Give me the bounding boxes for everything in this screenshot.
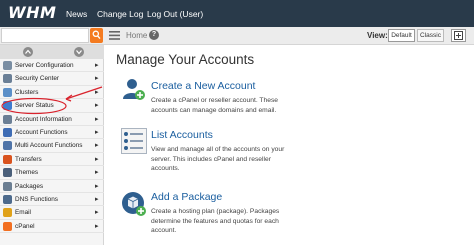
collapse-all-button[interactable] xyxy=(23,47,33,57)
page-title: Manage Your Accounts xyxy=(116,52,255,67)
sidebar-item[interactable]: Account Information ▸ xyxy=(0,113,104,126)
clusters-icon xyxy=(3,87,12,97)
chevron-right-icon: ▸ xyxy=(95,115,99,123)
add-package-desc: Create a hosting plan (package). Package… xyxy=(151,208,280,235)
dns-icon xyxy=(3,195,12,204)
search-input[interactable] xyxy=(1,28,89,43)
sidebar-item-label: Server Status xyxy=(15,102,54,110)
list-accounts-link[interactable]: List Accounts xyxy=(151,129,213,141)
chevron-right-icon: ▸ xyxy=(95,142,99,150)
create-account-desc: Create a cPanel or reseller account. The… xyxy=(151,97,279,114)
sidebar-item[interactable]: Transfers ▸ xyxy=(0,153,104,167)
chevron-right-icon: ▸ xyxy=(95,169,99,177)
menu-toggle-icon[interactable] xyxy=(109,31,120,40)
sidebar-item-label: Multi Account Functions xyxy=(15,142,83,150)
chevron-right-icon: ▸ xyxy=(95,155,99,163)
email-icon xyxy=(3,208,12,218)
sidebar-item-label: Account Functions xyxy=(15,129,68,136)
sidebar-item[interactable]: Multi Account Functions ▸ xyxy=(0,139,104,153)
chevron-right-icon: ▸ xyxy=(95,62,99,69)
sidebar-item[interactable]: Server Status ▸ xyxy=(0,99,104,113)
chevron-right-icon: ▸ xyxy=(95,88,99,96)
sidebar-item[interactable]: Security Center ▸ xyxy=(0,72,104,86)
toolbar: Home ? View: Default Classic xyxy=(0,27,474,45)
search-button[interactable] xyxy=(90,28,103,43)
chevron-right-icon: ▸ xyxy=(95,222,99,230)
packages-icon xyxy=(3,181,12,191)
server-config-icon xyxy=(3,61,12,70)
create-account-link[interactable]: Create a New Account xyxy=(151,80,255,92)
breadcrumb-home[interactable]: Home xyxy=(126,31,147,40)
sidebar-item-label: DNS Functions xyxy=(15,196,58,203)
add-package-link[interactable]: Add a Package xyxy=(151,191,222,203)
help-icon[interactable]: ? xyxy=(149,30,159,40)
news-link[interactable]: News xyxy=(66,9,87,19)
search-icon xyxy=(92,30,101,40)
sidebar-item-label: Packages xyxy=(15,182,44,190)
view-label: View: xyxy=(367,31,388,40)
multi-account-icon xyxy=(3,141,12,151)
sidebar-item[interactable]: Account Functions ▸ xyxy=(0,126,104,140)
view-classic-button[interactable]: Classic xyxy=(417,29,444,42)
chevron-right-icon: ▸ xyxy=(95,102,99,110)
sidebar-item[interactable]: Themes ▸ xyxy=(0,166,104,180)
logout-link[interactable]: Log Out (User) xyxy=(147,9,203,19)
sidebar-item-label: Server Configuration xyxy=(15,62,74,69)
sidebar-collapse-row xyxy=(0,45,104,59)
chevron-right-icon: ▸ xyxy=(95,182,99,190)
account-info-icon xyxy=(3,114,12,124)
cpanel-icon xyxy=(3,221,12,231)
sidebar-item[interactable]: cPanel ▸ xyxy=(0,220,104,234)
whm-logo[interactable]: WHM xyxy=(8,3,56,22)
chevron-right-icon: ▸ xyxy=(95,75,99,83)
expand-all-button[interactable] xyxy=(74,47,84,57)
chevron-right-icon: ▸ xyxy=(95,129,99,136)
chevron-right-icon: ▸ xyxy=(95,209,99,217)
account-functions-icon xyxy=(3,128,12,137)
sidebar-item-label: Account Information xyxy=(15,115,72,123)
create-account-icon xyxy=(123,79,145,100)
sidebar-item[interactable]: DNS Functions ▸ xyxy=(0,193,104,207)
top-navbar: WHM News Change Log Log Out (User) xyxy=(0,0,474,27)
security-icon xyxy=(3,74,12,84)
sidebar-item[interactable]: Packages ▸ xyxy=(0,180,104,193)
sidebar-item[interactable]: Email ▸ xyxy=(0,206,104,220)
list-accounts-icon xyxy=(121,128,147,154)
sidebar-item-label: cPanel xyxy=(15,222,35,230)
list-accounts-desc: View and manage all of the accounts on y… xyxy=(151,146,285,173)
chevron-right-icon: ▸ xyxy=(95,196,99,203)
sidebar-item-label: Themes xyxy=(15,169,39,177)
sidebar-item[interactable]: Clusters ▸ xyxy=(0,86,104,100)
chevron-up-icon xyxy=(25,49,31,54)
add-package-icon xyxy=(122,192,146,216)
sidebar-item-label: Security Center xyxy=(15,75,60,83)
sidebar-item-label: Email xyxy=(15,209,31,217)
view-default-button[interactable]: Default xyxy=(388,29,415,42)
server-status-icon xyxy=(3,101,12,111)
sidebar-item-label: Clusters xyxy=(15,88,39,96)
transfers-icon xyxy=(3,154,12,164)
sidebar-item[interactable]: Server Configuration ▸ xyxy=(0,59,104,73)
chevron-down-icon xyxy=(76,50,82,55)
sidebar: Server Configuration ▸ Security Center ▸ Clu… xyxy=(0,45,104,245)
favorites-icon xyxy=(454,31,463,40)
sidebar-item-label: Transfers xyxy=(15,155,42,163)
favorites-button[interactable] xyxy=(451,29,466,42)
changelog-link[interactable]: Change Log xyxy=(97,9,143,19)
themes-icon xyxy=(3,168,12,178)
